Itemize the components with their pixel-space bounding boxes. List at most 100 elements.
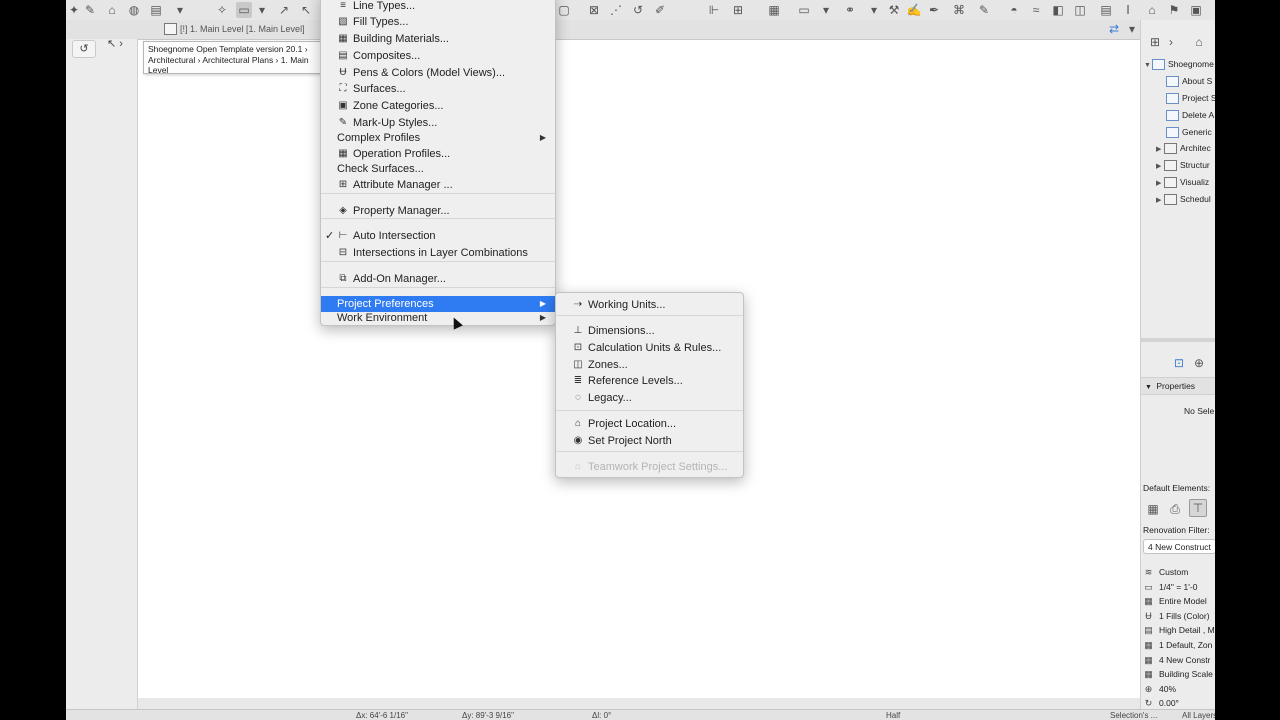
toolbar-wand-icon[interactable]: ⚒ [886, 2, 902, 18]
menu-separator [321, 261, 555, 262]
toolbar-arrow-icon[interactable]: ↗ [276, 2, 292, 18]
toolbar-link-icon[interactable]: ⚭ [842, 2, 858, 18]
project-map-icon[interactable]: ⊞ [1147, 34, 1163, 50]
selection-indicator[interactable]: Selection's ... [1110, 711, 1157, 720]
menu-item[interactable]: ▤ Composites... [321, 48, 555, 64]
submenu-item[interactable]: ⌂ Project Location... [556, 416, 743, 432]
toolbar-chevron-icon[interactable]: ▾ [818, 2, 834, 18]
navigator-item[interactable]: Delete A [1166, 107, 1214, 123]
toolbar-dropdown-icon[interactable]: ▾ [172, 2, 188, 18]
toolbar-cursor-icon[interactable]: ↖ [298, 2, 314, 18]
menu-item[interactable]: ⊞ Attribute Manager ... [321, 177, 555, 193]
quick-option-row[interactable]: ⊕ 40% [1141, 682, 1215, 696]
navigator-item[interactable]: Project S [1166, 90, 1215, 106]
toolbar-grid-icon[interactable]: ⊠ [586, 2, 602, 18]
navigator-folder[interactable]: ▶ Structur [1156, 157, 1210, 173]
submenu-item[interactable]: ◌ Legacy... [556, 390, 743, 406]
toolbar-chevron2-icon[interactable]: ▾ [866, 2, 882, 18]
toolbar-edit-icon[interactable]: ✐ [652, 2, 668, 18]
quick-option-row[interactable]: ≋ Custom [1141, 565, 1215, 579]
submenu-item[interactable]: ◉ Set Project North [556, 433, 743, 449]
toolbar-align-icon[interactable]: ⊩ [706, 2, 722, 18]
menu-item[interactable]: ◈ Property Manager... [321, 203, 555, 219]
quick-option-row[interactable]: ▦ 4 New Constr [1141, 653, 1215, 667]
chevron-down-icon[interactable]: ▾ [1124, 21, 1140, 37]
menu-item[interactable]: Ʉ Pens & Colors (Model Views)... [321, 65, 555, 81]
quick-option-row[interactable]: ▤ High Detail , M [1141, 623, 1215, 637]
toolbar-brush-icon[interactable]: ⌘ [951, 2, 967, 18]
toolbar-wave2-icon[interactable]: ≈ [1028, 2, 1044, 18]
toolbar-layout-icon[interactable]: ▦ [766, 2, 782, 18]
menu-item[interactable]: Check Surfaces... [321, 161, 555, 177]
menu-item[interactable]: ▧ Fill Types... [321, 14, 555, 30]
toolbar-window-icon[interactable]: ▣ [1188, 2, 1204, 18]
menu-item[interactable]: ⊟ Intersections in Layer Combinations [321, 245, 555, 261]
properties-header[interactable]: ▼ Properties [1141, 377, 1215, 395]
navigator-folder[interactable]: ▶ Architec [1156, 140, 1211, 156]
navigator-item[interactable]: About S [1166, 73, 1212, 89]
menu-item[interactable]: ✎ Mark-Up Styles... [321, 115, 555, 131]
toolbar-cube-icon[interactable]: ◫ [1072, 2, 1088, 18]
toolbar-chevron-down-icon[interactable]: ▾ [254, 2, 270, 18]
half-mode[interactable]: Half [886, 711, 900, 720]
panel-scrollbar[interactable] [1141, 338, 1215, 342]
toolbar-pencil-icon[interactable]: ✎ [82, 2, 98, 18]
toolbar-bucket-icon[interactable]: ◓ [1006, 2, 1022, 18]
quick-option-row[interactable]: ▦ Entire Model [1141, 594, 1215, 608]
navigator-item[interactable]: Generic [1166, 124, 1212, 140]
menu-item[interactable]: ✓ ⊢ Auto Intersection [321, 228, 555, 244]
menu-item[interactable]: ⛶ Surfaces... [321, 81, 555, 97]
toolbar-paint-icon[interactable]: ✎ [976, 2, 992, 18]
toolbar-flag-icon[interactable]: ⚑ [1166, 2, 1182, 18]
submenu-item[interactable]: ⇢ Working Units... [556, 297, 743, 313]
submenu-item[interactable]: ◫ Zones... [556, 357, 743, 373]
toolbar-layers-icon[interactable]: ▤ [1098, 2, 1114, 18]
quick-option-row[interactable]: ▭ 1/4" = 1'-0 [1141, 580, 1215, 594]
toolbar-magic-icon[interactable]: ✧ [214, 2, 230, 18]
default-elements-grid-icon[interactable]: ▦ [1145, 501, 1161, 517]
toolbar-pen-icon[interactable]: ✒ [926, 2, 942, 18]
toolbar-rect-icon[interactable]: ▭ [796, 2, 812, 18]
menu-item[interactable]: ⧉ Add-On Manager... [321, 271, 555, 287]
tab-main-level[interactable]: [!] 1. Main Level [1. Main Level] [162, 20, 305, 39]
navigator-folder[interactable]: ▶ Visualiz [1156, 174, 1209, 190]
toolbar-page-icon[interactable]: ▢ [556, 2, 572, 18]
menu-item[interactable]: Complex Profiles ▶ [321, 130, 555, 146]
new-view-icon[interactable]: ⊕ [1191, 355, 1207, 371]
submenu-item[interactable]: ⊡ Calculation Units & Rules... [556, 340, 743, 356]
menu-item[interactable]: ▦ Operation Profiles... [321, 146, 555, 162]
toolbar-globe-icon[interactable]: ◍ [126, 2, 142, 18]
default-elements-printer-icon[interactable]: ⎙ [1167, 501, 1183, 517]
toolbar-doc-icon[interactable]: ▤ [148, 2, 164, 18]
home-icon[interactable]: ⌂ [1191, 34, 1207, 50]
layers-indicator[interactable]: All Layers [1182, 711, 1215, 720]
navigator-folder[interactable]: ▶ Schedul [1156, 191, 1211, 207]
submenu-item[interactable]: ⊥ Dimensions... [556, 323, 743, 339]
view-navigator-icon[interactable]: ⇄ [1106, 21, 1122, 37]
navigator-root[interactable]: ▼ Shoegnome [1144, 56, 1214, 72]
menu-item[interactable]: ▣ Zone Categories... [321, 98, 555, 114]
toolbar-note-icon[interactable]: ✍ [906, 2, 922, 18]
menu-item[interactable]: Work Environment ▶ [321, 310, 555, 326]
settings-view-icon[interactable]: ⊡ [1171, 355, 1187, 371]
renovation-filter-dropdown[interactable]: 4 New Construct [1143, 539, 1215, 554]
arrow-tool-icon[interactable]: ↖ › [104, 36, 126, 52]
quick-option-row[interactable]: Ʉ 1 Fills (Color) [1141, 609, 1215, 623]
default-elements-tool-icon[interactable]: ⊤ [1189, 499, 1207, 517]
toolbar-rotate-icon[interactable]: ↺ [630, 2, 646, 18]
toolbar-house-icon[interactable]: ⌂ [1144, 2, 1160, 18]
menu-item[interactable]: ▦ Building Materials... [321, 31, 555, 47]
toolbar-active-tool-icon[interactable]: ▭ [236, 2, 252, 18]
toolbar-wave-icon[interactable]: ⋰ [608, 2, 624, 18]
menu-item[interactable]: ≡ Line Types... [321, 0, 555, 14]
quick-option-row[interactable]: ▦ Building Scale [1141, 667, 1215, 681]
toolbar-box-icon[interactable]: ◧ [1050, 2, 1066, 18]
quick-option-row[interactable]: ▦ 1 Default, Zon [1141, 638, 1215, 652]
chevron-right-icon[interactable]: › [1163, 34, 1179, 50]
toolbar-light-icon[interactable]: Ⅰ [1120, 2, 1136, 18]
toolbar-home-icon[interactable]: ⌂ [104, 2, 120, 18]
toolbar-tool-icon[interactable]: ✦ [66, 2, 82, 18]
submenu-item[interactable]: ≣ Reference Levels... [556, 373, 743, 389]
rotate-orbit-icon[interactable]: ↺ [72, 40, 96, 58]
toolbar-distribute-icon[interactable]: ⊞ [730, 2, 746, 18]
